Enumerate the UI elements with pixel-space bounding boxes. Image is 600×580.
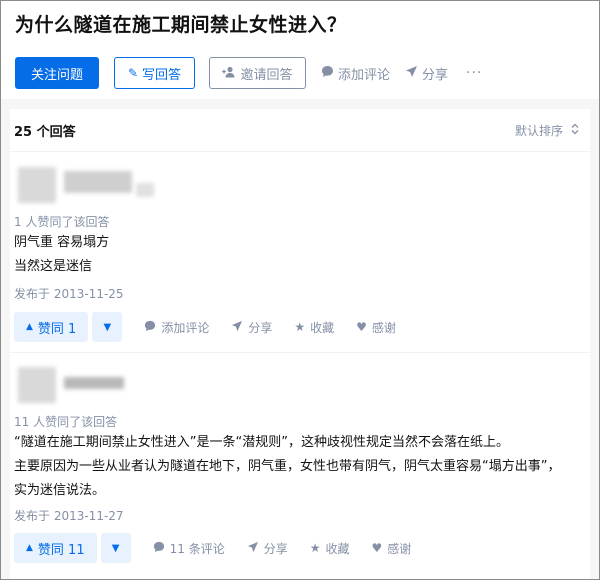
comment-label: 11 条评论 <box>169 541 225 556</box>
answer-count: 25 个回答 <box>14 124 76 140</box>
share-icon <box>231 320 243 335</box>
share-answer-label: 分享 <box>263 541 288 556</box>
thanks-button[interactable]: ♥ 感谢 <box>372 540 412 557</box>
share-label: 分享 <box>422 67 449 83</box>
pencil-icon: ✎ <box>127 66 139 80</box>
avatar <box>18 367 56 403</box>
sort-label: 默认排序 <box>514 123 563 138</box>
comment-icon <box>153 541 165 556</box>
thanks-button[interactable]: ♥ 感谢 <box>356 319 396 336</box>
downvote-button[interactable]: ▼ <box>100 533 131 563</box>
add-comment-button[interactable]: 添加评论 <box>321 64 390 83</box>
share-button[interactable]: 分享 <box>405 64 448 83</box>
answer-actions-bar: ▲ 赞同 1 ▼ 添加评论 分享 ★ 收藏 ♥ 感谢 <box>14 312 396 342</box>
comment-button[interactable]: 添加评论 <box>144 319 209 336</box>
upvote-label: 赞同 1 <box>37 321 77 337</box>
invite-answer-label: 邀请回答 <box>240 67 293 83</box>
star-icon: ★ <box>294 320 306 334</box>
add-user-icon <box>222 66 236 81</box>
answer-divider <box>10 352 590 353</box>
sort-dropdown[interactable]: 默认排序 <box>515 122 579 139</box>
publish-date[interactable]: 发布于 2013-11-25 <box>14 285 124 302</box>
comment-icon <box>321 65 334 81</box>
upvote-button[interactable]: ▲ 赞同 1 <box>14 312 89 342</box>
author-name-blurred <box>64 171 132 193</box>
publish-date[interactable]: 发布于 2013-11-27 <box>14 507 124 524</box>
write-answer-label: 写回答 <box>142 67 182 83</box>
answer-item: 11 人赞同了该回答 “隧道在施工期间禁止女性进入”是一条“潜规则”，这种歧视性… <box>10 365 590 563</box>
invite-answer-button[interactable]: 邀请回答 <box>209 57 306 89</box>
answers-list-header: 25 个回答 默认排序 <box>10 109 590 152</box>
thanks-label: 感谢 <box>371 320 396 335</box>
share-icon <box>405 65 418 81</box>
downvote-button[interactable]: ▼ <box>92 312 123 342</box>
author-info-blurred <box>14 165 590 213</box>
voters-text: 1 人赞同了该回答 <box>14 215 110 229</box>
favorite-label: 收藏 <box>310 320 335 335</box>
share-answer-button[interactable]: 分享 <box>247 540 288 557</box>
answer-content: “隧道在施工期间禁止女性进入”是一条“潜规则”，这种歧视性规定当然不会落在纸上。… <box>14 431 560 503</box>
answers-list: 25 个回答 默认排序 1 人赞同了该回答 阴气重 容易塌方 当然这是迷信 发布… <box>10 109 590 579</box>
more-options-button[interactable]: ··· <box>466 65 482 81</box>
answer-content: 阴气重 容易塌方 当然这是迷信 <box>14 231 109 279</box>
author-info-blurred <box>14 365 590 413</box>
author-bio-blurred <box>136 183 154 197</box>
heart-icon: ♥ <box>371 541 383 555</box>
voters-text: 11 人赞同了该回答 <box>14 415 118 429</box>
follow-question-label: 关注问题 <box>30 67 83 83</box>
comment-label: 添加评论 <box>161 320 210 335</box>
heart-icon: ♥ <box>356 320 367 334</box>
avatar <box>18 167 56 203</box>
star-icon: ★ <box>309 541 321 555</box>
share-icon <box>247 541 259 556</box>
follow-question-button[interactable]: 关注问题 <box>15 57 99 89</box>
triangle-down-icon: ▼ <box>103 321 112 333</box>
answer-item: 1 人赞同了该回答 阴气重 容易塌方 当然这是迷信 发布于 2013-11-25… <box>10 165 590 342</box>
share-answer-label: 分享 <box>248 320 273 335</box>
comment-button[interactable]: 11 条评论 <box>153 540 225 557</box>
sort-arrows-icon <box>571 123 579 138</box>
answer-actions-bar: ▲ 赞同 11 ▼ 11 条评论 分享 ★ 收藏 ♥ 感谢 <box>14 533 411 563</box>
question-title: 为什么隧道在施工期间禁止女性进入？ <box>15 14 347 36</box>
write-answer-button[interactable]: ✎ 写回答 <box>114 57 195 89</box>
comment-icon <box>144 320 156 335</box>
author-name-blurred <box>64 377 124 389</box>
upvote-button[interactable]: ▲ 赞同 11 <box>14 533 97 563</box>
triangle-up-icon: ▲ <box>26 543 33 553</box>
favorite-button[interactable]: ★ 收藏 <box>294 319 334 336</box>
answer-line: 当然这是迷信 <box>14 259 93 274</box>
question-actions: 关注问题 ✎ 写回答 邀请回答 添加评论 分享 ··· <box>15 57 482 89</box>
upvote-label: 赞同 11 <box>37 542 85 558</box>
answer-line: 阴气重 容易塌方 <box>14 235 110 250</box>
favorite-label: 收藏 <box>325 541 350 556</box>
question-header: 为什么隧道在施工期间禁止女性进入？ 关注问题 ✎ 写回答 邀请回答 添加评论 分… <box>1 1 599 99</box>
answer-line: 实为迷信说法。 <box>14 483 106 498</box>
favorite-button[interactable]: ★ 收藏 <box>310 540 350 557</box>
answer-line: 主要原因为一些从业者认为隧道在地下，阴气重，女性也带有阴气，阴气太重容易“塌方出… <box>14 459 561 474</box>
share-answer-button[interactable]: 分享 <box>231 319 272 336</box>
add-comment-label: 添加评论 <box>338 67 391 83</box>
answer-line: “隧道在施工期间禁止女性进入”是一条“潜规则”，这种歧视性规定当然不会落在纸上。 <box>14 435 509 450</box>
thanks-label: 感谢 <box>387 541 412 556</box>
triangle-up-icon: ▲ <box>26 322 33 332</box>
triangle-down-icon: ▼ <box>111 542 120 554</box>
